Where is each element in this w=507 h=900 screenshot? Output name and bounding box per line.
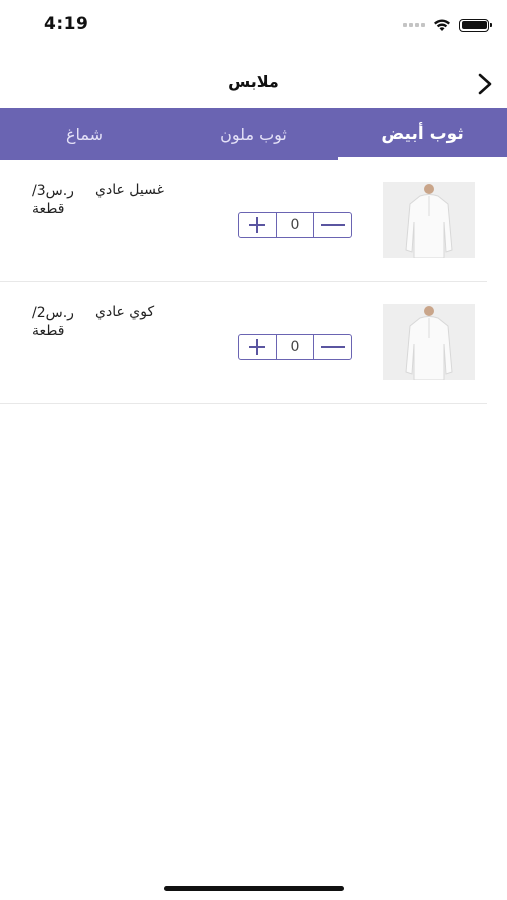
- status-time: 4:19: [44, 14, 89, 34]
- status-icons: [403, 16, 492, 34]
- quantity-value: 0: [275, 335, 315, 359]
- tab-label: شماغ: [65, 124, 104, 144]
- minus-icon: [320, 346, 345, 348]
- price-amount: ر.س2/: [32, 305, 74, 321]
- service-name: غسيل عادي: [95, 182, 164, 198]
- white-thobe-image: [383, 304, 475, 380]
- price-amount: ر.س3/: [32, 183, 74, 199]
- quantity-stepper: 0: [238, 334, 352, 360]
- price-unit: قطعة: [32, 323, 65, 339]
- decrement-button[interactable]: [314, 213, 351, 237]
- white-thobe-image: [383, 182, 475, 258]
- chevron-right-icon: [478, 73, 492, 95]
- page-title: ملابس: [228, 72, 279, 91]
- tab-white-thobe[interactable]: ثوب أبيض: [338, 108, 507, 160]
- category-tabs: ثوب أبيض ثوب ملون شماغ: [0, 108, 507, 160]
- navigation-bar: ملابس: [0, 62, 507, 106]
- status-bar: 4:19: [0, 0, 507, 50]
- tab-label: ثوب أبيض: [381, 124, 464, 144]
- plus-icon: [249, 217, 266, 233]
- service-list: غسيل عادي ر.س3/ قطعة 0 كوي عادي ر.س2/ قط…: [0, 160, 507, 404]
- tab-label: ثوب ملون: [220, 124, 287, 144]
- back-button[interactable]: [471, 70, 499, 98]
- minus-icon: [320, 224, 345, 226]
- quantity-value: 0: [275, 213, 315, 237]
- home-indicator: [164, 886, 344, 891]
- battery-icon: [459, 18, 492, 32]
- plus-icon: [249, 339, 266, 355]
- quantity-stepper: 0: [238, 212, 352, 238]
- tab-colored-thobe[interactable]: ثوب ملون: [169, 108, 338, 160]
- price-unit: قطعة: [32, 201, 65, 217]
- list-item: كوي عادي ر.س2/ قطعة 0: [0, 282, 487, 404]
- service-name: كوي عادي: [95, 304, 155, 320]
- service-price: ر.س3/ قطعة: [32, 182, 92, 218]
- wifi-icon: [434, 19, 450, 31]
- cellular-signal-icon: [403, 23, 425, 27]
- tab-shemagh[interactable]: شماغ: [0, 108, 169, 160]
- decrement-button[interactable]: [314, 335, 351, 359]
- increment-button[interactable]: [239, 335, 276, 359]
- list-item: غسيل عادي ر.س3/ قطعة 0: [0, 160, 487, 282]
- service-price: ر.س2/ قطعة: [32, 304, 92, 340]
- increment-button[interactable]: [239, 213, 276, 237]
